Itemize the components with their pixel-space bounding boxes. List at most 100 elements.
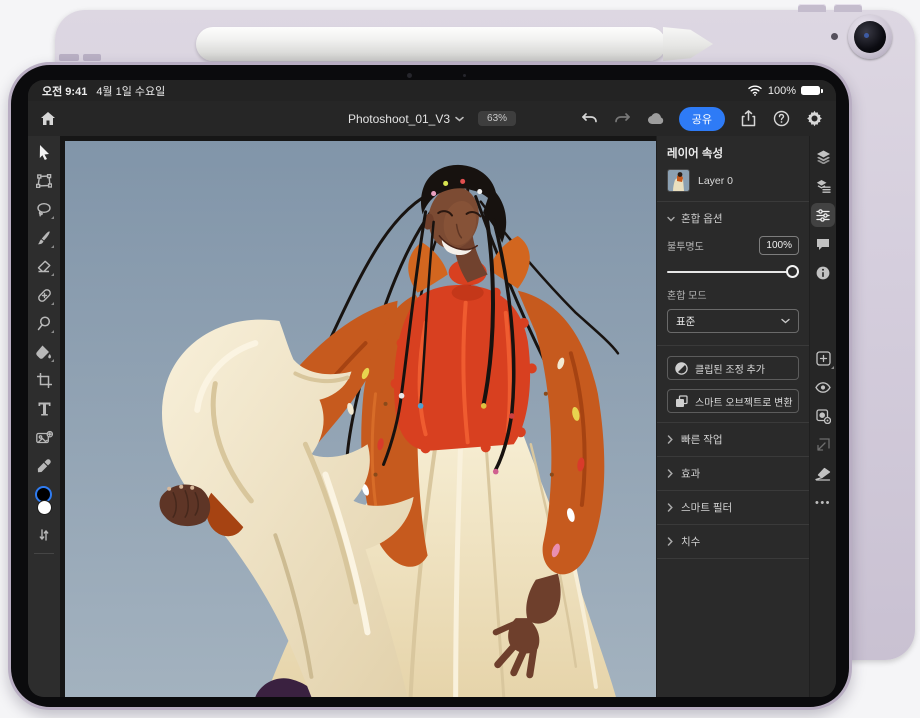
smart-filters-row[interactable]: 스마트 필터	[667, 491, 799, 524]
send-to-icon[interactable]	[811, 433, 835, 457]
panel-title: 레이어 속성	[667, 145, 799, 161]
blend-options-header[interactable]: 혼합 옵션	[667, 202, 799, 234]
chevron-right-icon	[667, 469, 673, 478]
divider	[657, 558, 809, 559]
eraser-tool[interactable]	[33, 256, 55, 277]
export-icon[interactable]	[738, 109, 758, 129]
slider-knob[interactable]	[786, 265, 799, 278]
task-strip: •••	[809, 136, 836, 697]
battery-percent: 100%	[768, 85, 796, 97]
section-label: 빠른 작업	[681, 432, 723, 447]
section-label: 치수	[681, 534, 700, 549]
chevron-right-icon	[667, 435, 673, 444]
blend-mode-label: 혼합 모드	[667, 287, 799, 302]
settings-gear-icon[interactable]	[804, 109, 824, 129]
front-camera	[407, 73, 412, 78]
photo-canvas	[65, 141, 656, 697]
apple-pencil	[196, 27, 666, 61]
app-title-bar: Photoshoot_01_V3 63%	[28, 101, 836, 136]
document-title-menu[interactable]: Photoshoot_01_V3	[348, 112, 464, 126]
smart-object-icon	[675, 395, 688, 408]
section-label: 효과	[681, 466, 700, 481]
clear-layer-icon[interactable]	[811, 462, 835, 486]
layers-icon[interactable]	[811, 145, 835, 169]
layer-mask-icon[interactable]	[811, 404, 835, 428]
clock: 오전 9:41	[42, 83, 87, 99]
front-ipad-device: 오전 9:41 4월 1일 수요일 100%	[8, 62, 852, 710]
crop-tool[interactable]	[33, 370, 55, 391]
opacity-label: 불투명도	[667, 238, 704, 253]
move-tool[interactable]	[33, 142, 55, 163]
clone-stamp-tool[interactable]	[33, 313, 55, 334]
camera-lens	[854, 21, 886, 53]
wifi-icon	[748, 85, 763, 97]
ios-status-bar: 오전 9:41 4월 1일 수요일 100%	[28, 80, 836, 101]
transform-tool[interactable]	[33, 171, 55, 192]
opacity-slider[interactable]	[667, 263, 799, 281]
chevron-down-icon	[455, 116, 464, 122]
side-button	[59, 54, 79, 61]
blend-options-label: 혼합 옵션	[681, 211, 723, 226]
slider-track	[667, 271, 799, 273]
volume-button	[798, 4, 826, 12]
type-tool[interactable]	[33, 399, 55, 420]
blend-mode-value: 표준	[676, 314, 695, 329]
side-button	[83, 54, 101, 61]
background-color-chip[interactable]	[37, 500, 52, 515]
chevron-down-icon	[667, 216, 675, 222]
dimensions-row[interactable]: 치수	[667, 525, 799, 558]
chevron-right-icon	[667, 537, 673, 546]
section-label: 스마트 필터	[681, 500, 732, 515]
layer-properties-icon[interactable]	[811, 203, 835, 227]
home-icon[interactable]	[38, 109, 58, 129]
compact-layers-icon[interactable]	[811, 174, 835, 198]
opacity-value[interactable]: 100%	[759, 236, 799, 255]
help-icon[interactable]	[771, 109, 791, 129]
convert-smart-object-button[interactable]: 스마트 오브젝트로 변환	[667, 389, 799, 413]
toolbar-divider	[34, 553, 54, 554]
zoom-level-badge[interactable]: 63%	[478, 111, 516, 126]
layer-row[interactable]: Layer 0	[667, 169, 799, 201]
quick-actions-row[interactable]: 빠른 작업	[667, 423, 799, 456]
document-title: Photoshoot_01_V3	[348, 112, 450, 126]
blend-mode-dropdown[interactable]: 표준	[667, 309, 799, 333]
chevron-right-icon	[667, 503, 673, 512]
layer-thumbnail	[667, 169, 690, 192]
chevron-down-icon	[781, 318, 790, 324]
add-clipped-adjustment-button[interactable]: 클립된 조정 추가	[667, 356, 799, 380]
add-clipped-adjustment-label: 클립된 조정 추가	[695, 361, 765, 376]
lens-glint	[864, 33, 869, 38]
swap-colors-icon[interactable]	[33, 528, 55, 542]
layer-properties-panel: 레이어 속성 Layer 0	[656, 136, 809, 697]
add-layer-icon[interactable]	[811, 346, 835, 370]
photoshop-app-screen: 오전 9:41 4월 1일 수요일 100%	[28, 80, 836, 697]
cloud-sync-icon[interactable]	[646, 109, 666, 129]
visibility-eye-icon[interactable]	[811, 375, 835, 399]
share-button[interactable]: 공유	[679, 107, 725, 131]
marketing-scene: 오전 9:41 4월 1일 수요일 100%	[0, 0, 920, 718]
adjustment-icon	[675, 362, 688, 375]
volume-button	[834, 4, 862, 12]
eyedropper-tool[interactable]	[33, 456, 55, 477]
date: 4월 1일 수요일	[96, 83, 165, 99]
color-chips	[33, 486, 55, 520]
front-sensor	[463, 74, 466, 77]
lasso-tool[interactable]	[33, 199, 55, 220]
effects-row[interactable]: 효과	[667, 457, 799, 490]
place-photo-tool[interactable]	[33, 427, 55, 448]
healing-brush-tool[interactable]	[33, 285, 55, 306]
tool-bar	[28, 136, 60, 697]
battery-icon	[801, 86, 820, 95]
more-options-icon[interactable]: •••	[811, 491, 835, 515]
brush-tool[interactable]	[33, 228, 55, 249]
layer-name: Layer 0	[698, 175, 733, 187]
undo-icon[interactable]	[580, 109, 600, 129]
rear-camera	[848, 15, 892, 59]
rear-mic	[831, 33, 838, 40]
convert-smart-object-label: 스마트 오브젝트로 변환	[695, 394, 793, 409]
redo-icon[interactable]	[613, 109, 633, 129]
canvas[interactable]	[60, 136, 656, 697]
comment-icon[interactable]	[811, 232, 835, 256]
fill-tool[interactable]	[33, 342, 55, 363]
info-icon[interactable]	[811, 261, 835, 285]
